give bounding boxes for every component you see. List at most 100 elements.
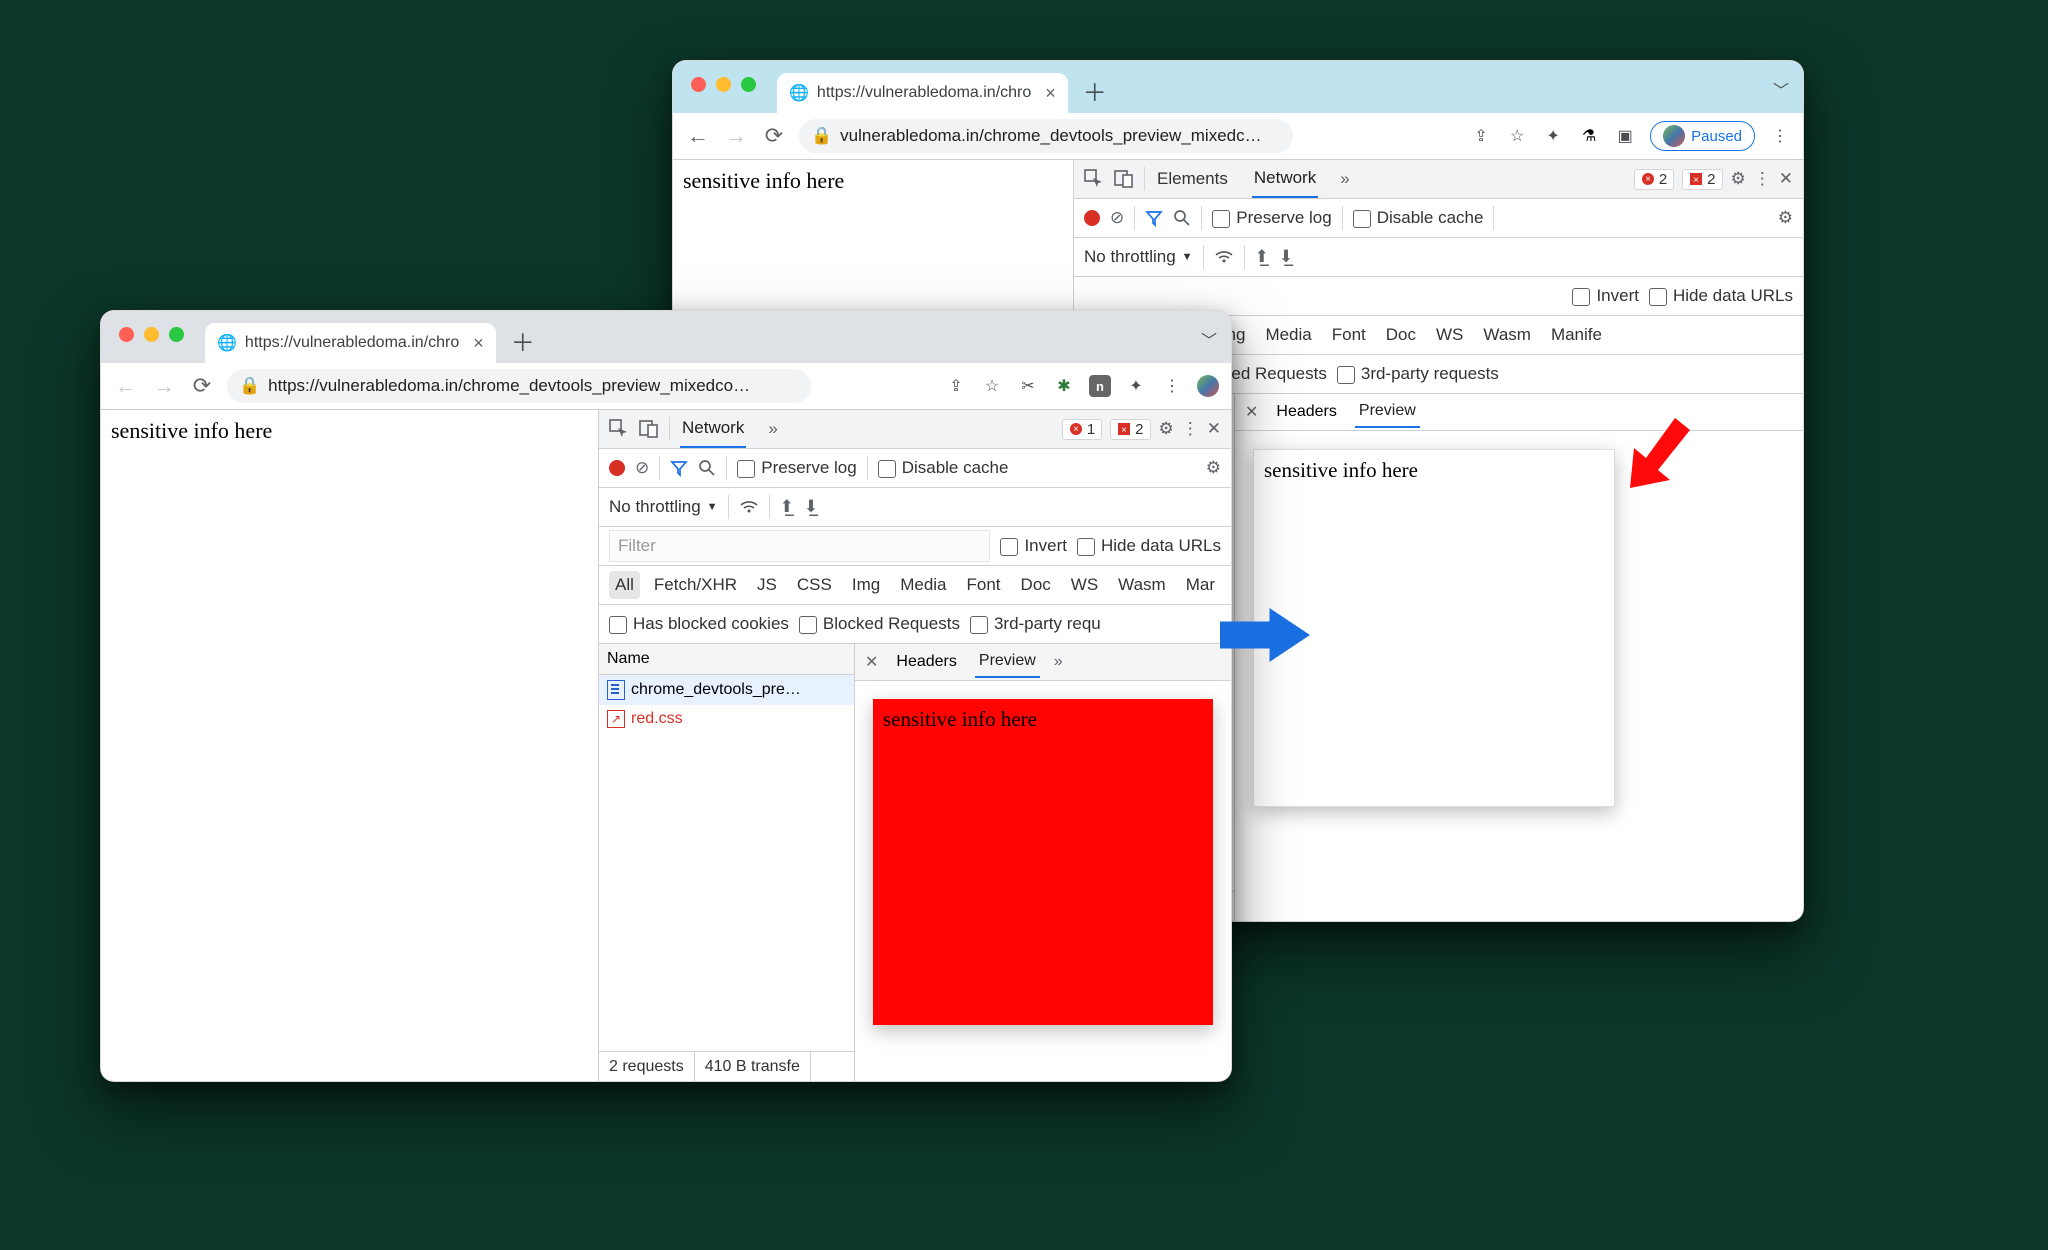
tab-headers[interactable]: Headers (892, 647, 960, 677)
url-input[interactable]: 🔒 vulnerabledoma.in/chrome_devtools_prev… (799, 119, 1293, 153)
extension-flask-icon[interactable]: ⚗ (1578, 125, 1600, 147)
error-badge[interactable]: ×2 (1634, 169, 1674, 190)
close-window-button[interactable] (691, 77, 706, 92)
more-subtabs-button[interactable]: » (1054, 653, 1063, 671)
minimize-window-button[interactable] (716, 77, 731, 92)
tab-preview[interactable]: Preview (975, 646, 1040, 678)
devtools-close-button[interactable]: ✕ (1779, 169, 1793, 189)
filter-js[interactable]: JS (751, 571, 783, 599)
third-party-checkbox[interactable]: 3rd-party requests (1337, 364, 1499, 384)
clear-button[interactable]: ⊘ (635, 458, 649, 478)
filter-manifest[interactable]: Mar (1180, 571, 1221, 599)
new-tab-button[interactable]: ＋ (506, 323, 540, 357)
filter-wasm[interactable]: Wasm (1112, 571, 1172, 599)
extensions-icon[interactable]: ✦ (1125, 375, 1147, 397)
inspect-icon[interactable] (1084, 169, 1104, 189)
filter-input[interactable]: Filter (609, 530, 990, 562)
maximize-window-button[interactable] (741, 77, 756, 92)
url-input[interactable]: 🔒 https://vulnerabledoma.in/chrome_devto… (227, 369, 811, 403)
bookmark-icon[interactable]: ☆ (1506, 125, 1528, 147)
filter-media[interactable]: Media (1259, 321, 1317, 349)
search-icon[interactable] (698, 459, 716, 477)
device-toggle-icon[interactable] (639, 419, 659, 439)
close-detail-button[interactable]: ✕ (1245, 402, 1258, 422)
forward-button[interactable]: → (151, 373, 177, 399)
download-icon[interactable]: ⬇̲ (804, 497, 818, 517)
extension-icon[interactable]: ✱ (1053, 375, 1075, 397)
tab-dropdown-button[interactable]: ﹀ (1773, 77, 1789, 101)
new-tab-button[interactable]: ＋ (1078, 73, 1112, 107)
disable-cache-checkbox[interactable]: Disable cache (1353, 208, 1484, 228)
blocked-requests-checkbox[interactable]: Blocked Requests (799, 614, 960, 634)
filter-fetchxhr[interactable]: Fetch/XHR (648, 571, 743, 599)
filter-all[interactable]: All (609, 571, 640, 599)
share-icon[interactable]: ⇪ (1470, 125, 1492, 147)
throttling-select[interactable]: No throttling ▼ (609, 497, 718, 517)
hide-data-urls-checkbox[interactable]: Hide data URLs (1077, 536, 1221, 556)
filter-ws[interactable]: WS (1065, 571, 1104, 599)
tab-elements[interactable]: Elements (1155, 161, 1230, 197)
minimize-window-button[interactable] (144, 327, 159, 342)
invert-checkbox[interactable]: Invert (1572, 286, 1639, 306)
invert-checkbox[interactable]: Invert (1000, 536, 1067, 556)
request-item[interactable]: chrome_devtools_pre… (599, 675, 854, 705)
throttling-select[interactable]: No throttling ▼ (1084, 247, 1193, 267)
inspect-icon[interactable] (609, 419, 629, 439)
menu-button[interactable]: ⋮ (1161, 375, 1183, 397)
upload-icon[interactable]: ⬆̲ (780, 497, 794, 517)
back-button[interactable]: ← (685, 123, 711, 149)
close-tab-button[interactable]: × (473, 333, 484, 354)
record-button[interactable] (1084, 210, 1100, 226)
network-settings-icon[interactable]: ⚙ (1206, 458, 1221, 478)
window-icon[interactable]: ▣ (1614, 125, 1636, 147)
disable-cache-checkbox[interactable]: Disable cache (878, 458, 1009, 478)
issues-badge[interactable]: ×2 (1110, 419, 1150, 440)
device-toggle-icon[interactable] (1114, 169, 1134, 189)
profile-paused-pill[interactable]: Paused (1650, 121, 1755, 151)
back-button[interactable]: ← (113, 373, 139, 399)
avatar-icon[interactable] (1197, 375, 1219, 397)
settings-icon[interactable]: ⚙ (1159, 419, 1174, 439)
reload-button[interactable]: ⟳ (761, 123, 787, 149)
forward-button[interactable]: → (723, 123, 749, 149)
upload-icon[interactable]: ⬆̲ (1255, 247, 1269, 267)
reload-button[interactable]: ⟳ (189, 373, 215, 399)
filter-ws[interactable]: WS (1430, 321, 1469, 349)
settings-icon[interactable]: ⚙ (1731, 169, 1746, 189)
close-detail-button[interactable]: ✕ (865, 652, 878, 672)
browser-tab[interactable]: 🌐 https://vulnerabledoma.in/chro × (777, 73, 1068, 113)
name-column-header[interactable]: Name (599, 644, 854, 675)
tab-preview[interactable]: Preview (1355, 396, 1420, 428)
filter-doc[interactable]: Doc (1380, 321, 1422, 349)
extension-n-icon[interactable]: n (1089, 375, 1111, 397)
more-tabs-button[interactable]: » (1340, 169, 1349, 189)
record-button[interactable] (609, 460, 625, 476)
third-party-checkbox[interactable]: 3rd-party requ (970, 614, 1101, 634)
filter-css[interactable]: CSS (791, 571, 838, 599)
filter-font[interactable]: Font (1326, 321, 1372, 349)
extensions-icon[interactable]: ✦ (1542, 125, 1564, 147)
download-icon[interactable]: ⬇̲ (1279, 247, 1293, 267)
browser-tab[interactable]: 🌐 https://vulnerabledoma.in/chro × (205, 323, 496, 363)
share-icon[interactable]: ⇪ (945, 375, 967, 397)
search-icon[interactable] (1173, 209, 1191, 227)
bookmark-icon[interactable]: ☆ (981, 375, 1003, 397)
tab-headers[interactable]: Headers (1272, 397, 1340, 427)
devtools-menu-button[interactable]: ⋮ (1182, 419, 1199, 439)
issues-badge[interactable]: ×2 (1682, 169, 1722, 190)
devtools-close-button[interactable]: ✕ (1207, 419, 1221, 439)
filter-media[interactable]: Media (894, 571, 952, 599)
filter-font[interactable]: Font (961, 571, 1007, 599)
menu-button[interactable]: ⋮ (1769, 125, 1791, 147)
filter-manifest[interactable]: Manife (1545, 321, 1608, 349)
request-item[interactable]: ↗ red.css (599, 705, 854, 733)
error-badge[interactable]: ×1 (1062, 419, 1102, 440)
filter-img[interactable]: Img (846, 571, 886, 599)
preserve-log-checkbox[interactable]: Preserve log (737, 458, 856, 478)
preserve-log-checkbox[interactable]: Preserve log (1212, 208, 1331, 228)
devtools-menu-button[interactable]: ⋮ (1754, 169, 1771, 189)
maximize-window-button[interactable] (169, 327, 184, 342)
wifi-icon[interactable] (1214, 249, 1234, 265)
scissors-icon[interactable]: ✂ (1017, 375, 1039, 397)
filter-icon[interactable] (670, 459, 688, 477)
